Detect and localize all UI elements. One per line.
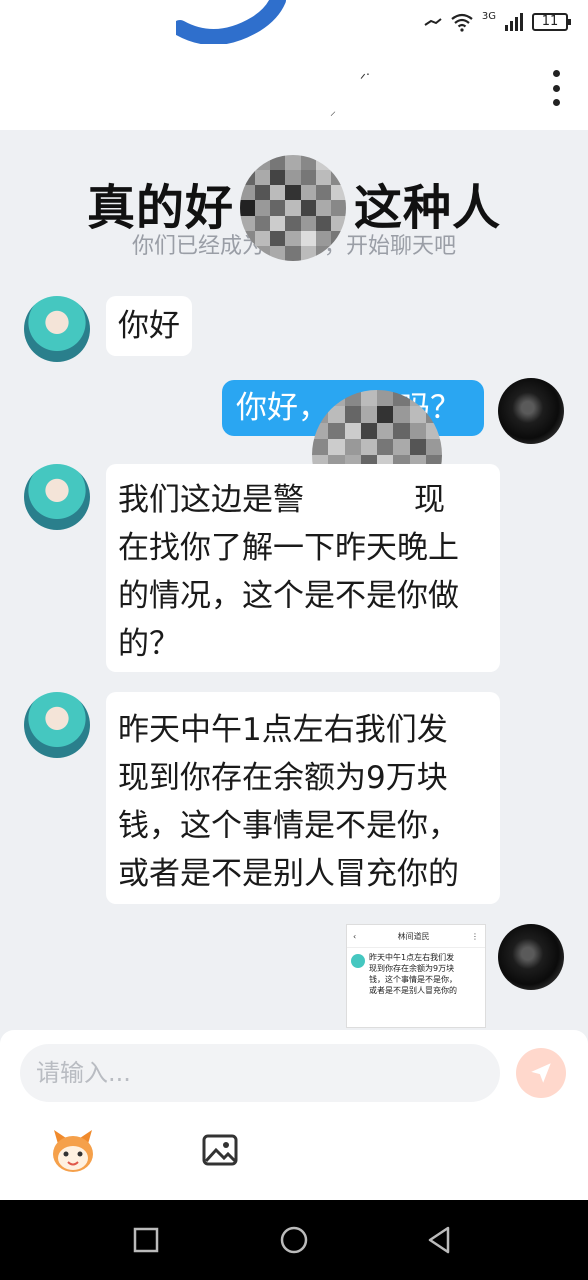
message-line: 的？	[118, 626, 180, 662]
thumb-header: ‹ 林间道民 ⋮	[347, 925, 485, 948]
message-line: 的情况，这个是不是你做	[118, 578, 459, 614]
message-line: 或者是不是别人冒充你的	[118, 856, 459, 892]
thumb-line: 现到你存在余额为9万块	[369, 964, 455, 973]
image-message-thumbnail[interactable]: ‹ 林间道民 ⋮ 昨天中午1点左右我们发 现到你存在余额为9万块 钱，这个事情是…	[346, 924, 486, 1028]
contact-avatar[interactable]	[24, 692, 90, 758]
message-line: 昨天中午1点左右我们发	[118, 712, 448, 748]
navigation-bar	[0, 1200, 588, 1280]
message-line: 我们这边是警 现	[118, 476, 488, 524]
header-doodle-2: ⸝	[330, 104, 337, 118]
thumb-title: 林间道民	[397, 931, 430, 941]
send-icon	[531, 1063, 551, 1083]
message-text: 你好	[118, 308, 180, 344]
emoji-button[interactable]	[48, 1126, 98, 1176]
message-bubble-incoming: 我们这边是警 现 在找你了解一下昨天晚上 的情况，这个是不是你做 的？	[106, 464, 500, 672]
message-bubble-incoming: 昨天中午1点左右我们发 现到你存在余额为9万块 钱，这个事情是不是你， 或者是不…	[106, 692, 500, 904]
back-button[interactable]	[424, 1224, 456, 1256]
contact-avatar[interactable]	[24, 464, 90, 530]
home-button[interactable]	[278, 1224, 310, 1256]
more-icon-dot	[552, 99, 560, 106]
recent-apps-button[interactable]	[130, 1224, 162, 1256]
image-icon	[202, 1134, 238, 1166]
thumb-body: 昨天中午1点左右我们发 现到你存在余额为9万块 钱，这个事情是不是你， 或者是不…	[347, 948, 485, 996]
message-bubble-incoming: 你好	[106, 296, 192, 356]
swoosh-doodle	[176, 0, 286, 44]
battery-icon: 11	[532, 13, 571, 31]
message-line-suffix: 现	[414, 482, 445, 518]
thumb-back-icon: ‹	[353, 931, 357, 941]
more-icon-dot	[552, 70, 560, 77]
thumb-avatar	[351, 954, 365, 968]
message-line-text: 我们这边是警	[118, 482, 304, 518]
thumb-line: 或者是不是别人冒充你的	[369, 986, 457, 995]
more-options-button[interactable]	[544, 70, 568, 106]
signal-icon	[505, 13, 523, 31]
thumb-more-icon: ⋮	[470, 931, 479, 941]
network-type: 3G	[481, 10, 496, 22]
status-bar: 3G 11	[0, 0, 588, 56]
more-icon-dot	[552, 84, 560, 92]
message-line: 在找你了解一下昨天晚上	[118, 530, 459, 566]
vibrate-icon	[424, 18, 442, 26]
system-message-suffix: ，开始聊天吧	[324, 234, 457, 259]
wifi-icon	[451, 13, 473, 32]
message-line: 现到你存在余额为9万块	[118, 760, 448, 796]
status-icons: 3G 11	[424, 10, 571, 32]
message-line: 钱，这个事情是不是你，	[118, 808, 459, 844]
image-button[interactable]	[200, 1130, 240, 1170]
contact-avatar[interactable]	[24, 296, 90, 362]
emoji-icon	[53, 1130, 93, 1172]
battery-level: 11	[541, 14, 559, 29]
message-text: 你好，	[236, 390, 329, 426]
chat-header	[0, 56, 588, 130]
message-input[interactable]	[20, 1044, 500, 1102]
censor-mosaic	[240, 155, 346, 261]
thumb-line: 昨天中午1点左右我们发	[369, 953, 455, 962]
my-avatar[interactable]	[498, 924, 564, 990]
my-avatar[interactable]	[498, 378, 564, 444]
thumb-line: 钱，这个事情是不是你，	[369, 975, 457, 984]
system-message-text: 你们已经成为	[131, 234, 264, 259]
header-doodle: ᐟᐝ	[360, 72, 370, 88]
send-button[interactable]	[516, 1048, 566, 1098]
